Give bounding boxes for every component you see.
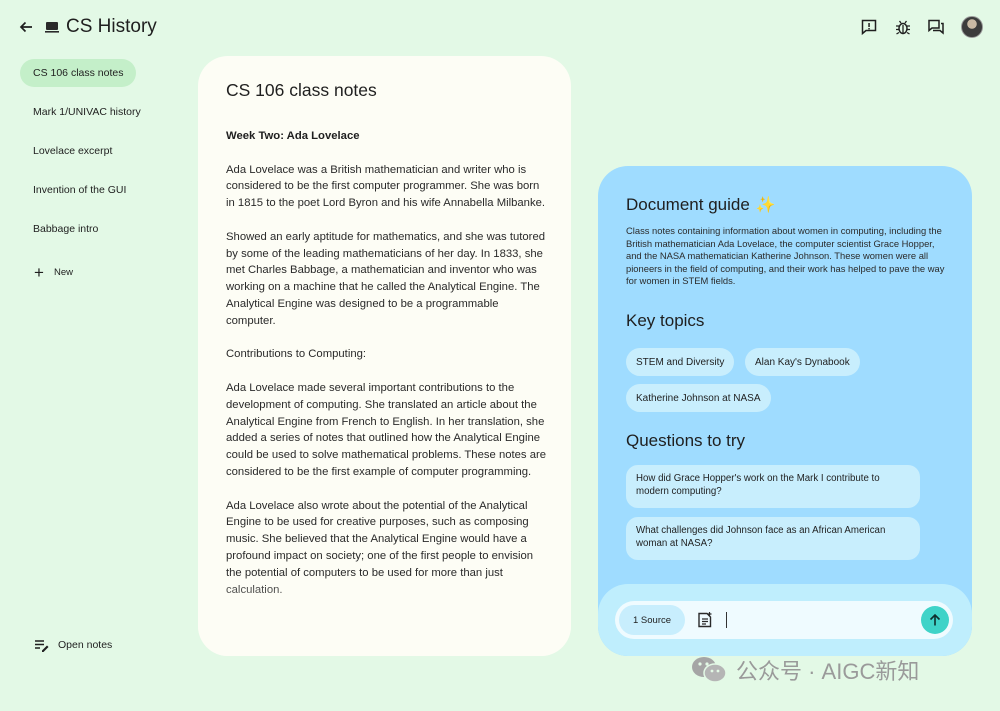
sidebar-item-label: Mark 1/UNIVAC history [33,106,141,118]
sidebar-item-invention-gui[interactable]: Invention of the GUI [20,176,139,204]
questions-title: Questions to try [626,431,746,450]
chat-icon [928,19,944,35]
chat-button[interactable] [926,17,946,37]
guide-title-text: Document guide [626,195,750,214]
notes-editor[interactable]: CS 106 class notes Week Two: Ada Lovelac… [198,56,571,656]
document-guide-panel: Document guide ✨ Class notes containing … [598,166,972,656]
notes-paragraph: Ada Lovelace made several important cont… [226,381,547,478]
sidebar-item-label: Lovelace excerpt [33,145,113,157]
add-note-button[interactable] [695,610,715,630]
notes-title: CS 106 class notes [226,80,377,100]
wechat-icon [692,657,727,683]
notes-edit-icon [35,640,49,652]
watermark: 公众号 · AIGC新知 [690,654,919,686]
notes-paragraph: Showed an early aptitude for mathematics… [226,230,546,327]
topic-chip[interactable]: STEM and Diversity [626,348,735,376]
notes-paragraph: Ada Lovelace was a British mathematician… [226,163,546,210]
suggested-question[interactable]: What challenges did Johnson face as an A… [626,517,920,560]
notes-heading: Week Two: Ada Lovelace [226,130,360,142]
send-button[interactable] [921,606,949,634]
suggested-question[interactable]: How did Grace Hopper's work on the Mark … [626,465,920,508]
sidebar-item-babbage-intro[interactable]: Babbage intro [20,215,111,243]
plus-icon: + [34,262,44,282]
chat-input[interactable]: 1 Source [615,601,953,639]
new-label: New [54,266,74,278]
avatar[interactable] [961,16,983,38]
sidebar-item-label: Invention of the GUI [33,184,127,196]
topic-chip[interactable]: Alan Kay's Dynabook [745,348,860,376]
key-topics-title: Key topics [626,311,705,330]
topic-chip[interactable]: Katherine Johnson at NASA [626,384,771,412]
sidebar-item-cs106-notes[interactable]: CS 106 class notes [20,59,137,87]
back-arrow-icon [19,21,32,33]
source-chip[interactable]: 1 Source [619,605,686,635]
watermark-text: 公众号 · AIGC新知 [736,659,920,684]
sidebar-item-label: Babbage intro [33,223,99,235]
bug-report-button[interactable] [893,17,913,37]
note-add-icon [698,612,712,628]
sidebar-item-mark1-univac[interactable]: Mark 1/UNIVAC history [20,98,154,126]
guide-title: Document guide ✨ [626,195,776,215]
new-note-button[interactable]: + New [32,263,73,281]
notes-paragraph: Ada Lovelace also wrote about the potent… [226,499,534,596]
sidebar-item-lovelace-excerpt[interactable]: Lovelace excerpt [20,137,125,165]
bug-icon [896,20,910,35]
notes-paragraph: Contributions to Computing: [226,348,367,361]
arrow-up-icon [929,613,941,626]
laptop-icon [44,19,60,35]
notes-body[interactable]: Week Two: Ada Lovelace Ada Lovelace was … [226,128,548,615]
open-notes-label: Open notes [58,639,113,651]
app-title: CS History [66,16,157,37]
feedback-icon [861,19,877,36]
sidebar-item-label: CS 106 class notes [33,67,124,79]
sparkle-icon: ✨ [755,197,776,214]
feedback-button[interactable] [859,17,879,37]
back-button[interactable] [16,17,36,37]
open-notes-button[interactable]: Open notes [34,638,112,652]
text-cursor [726,612,727,628]
chat-input-area: 1 Source [598,584,972,656]
guide-summary: Class notes containing information about… [626,225,945,286]
